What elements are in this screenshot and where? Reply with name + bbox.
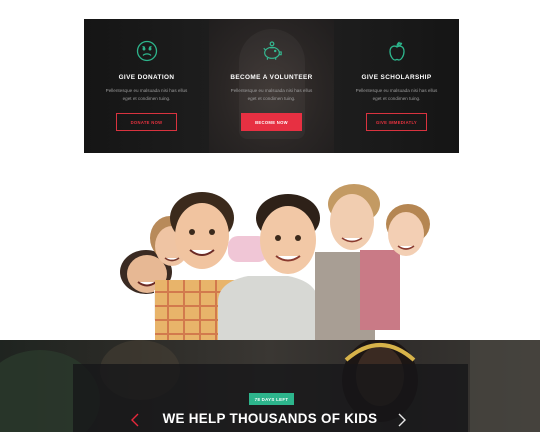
action-cards-panel: GIVE DONATION Pellentesque eu malsuada n… — [84, 19, 459, 153]
become-now-button[interactable]: BECOME NOW — [241, 113, 302, 131]
card-text: Pellentesque eu malsuada nisi has ellus … — [230, 88, 313, 101]
donate-now-button[interactable]: DONATE NOW — [116, 113, 177, 131]
card-give-donation: GIVE DONATION Pellentesque eu malsuada n… — [84, 19, 209, 153]
card-give-scholarship: GIVE SCHOLARSHIP Pellentesque eu malsuad… — [334, 19, 459, 153]
page: GIVE DONATION Pellentesque eu malsuada n… — [0, 0, 540, 432]
card-text: Pellentesque eu malsuada nisi has ellus … — [105, 88, 188, 101]
days-left-badge: 78 DAYS LEFT — [249, 393, 294, 405]
card-text: Pellentesque eu malsuada nisi has ellus … — [355, 88, 438, 101]
give-immediately-button[interactable]: GIVE IMMEDIATLY — [366, 113, 427, 131]
piggy-bank-icon — [261, 40, 283, 62]
campaign-headline: WE HELP THOUSANDS OF KIDS — [162, 411, 378, 426]
apple-icon — [386, 40, 408, 62]
card-title: BECOME A VOLUNTEER — [230, 74, 313, 81]
children-group-image — [120, 184, 430, 342]
card-title: GIVE SCHOLARSHIP — [361, 74, 432, 81]
card-become-volunteer: BECOME A VOLUNTEER Pellentesque eu malsu… — [209, 19, 334, 153]
card-title: GIVE DONATION — [118, 74, 175, 81]
chevron-left-icon[interactable] — [129, 412, 141, 428]
sad-face-icon — [136, 40, 158, 62]
chevron-right-icon[interactable] — [396, 412, 408, 428]
